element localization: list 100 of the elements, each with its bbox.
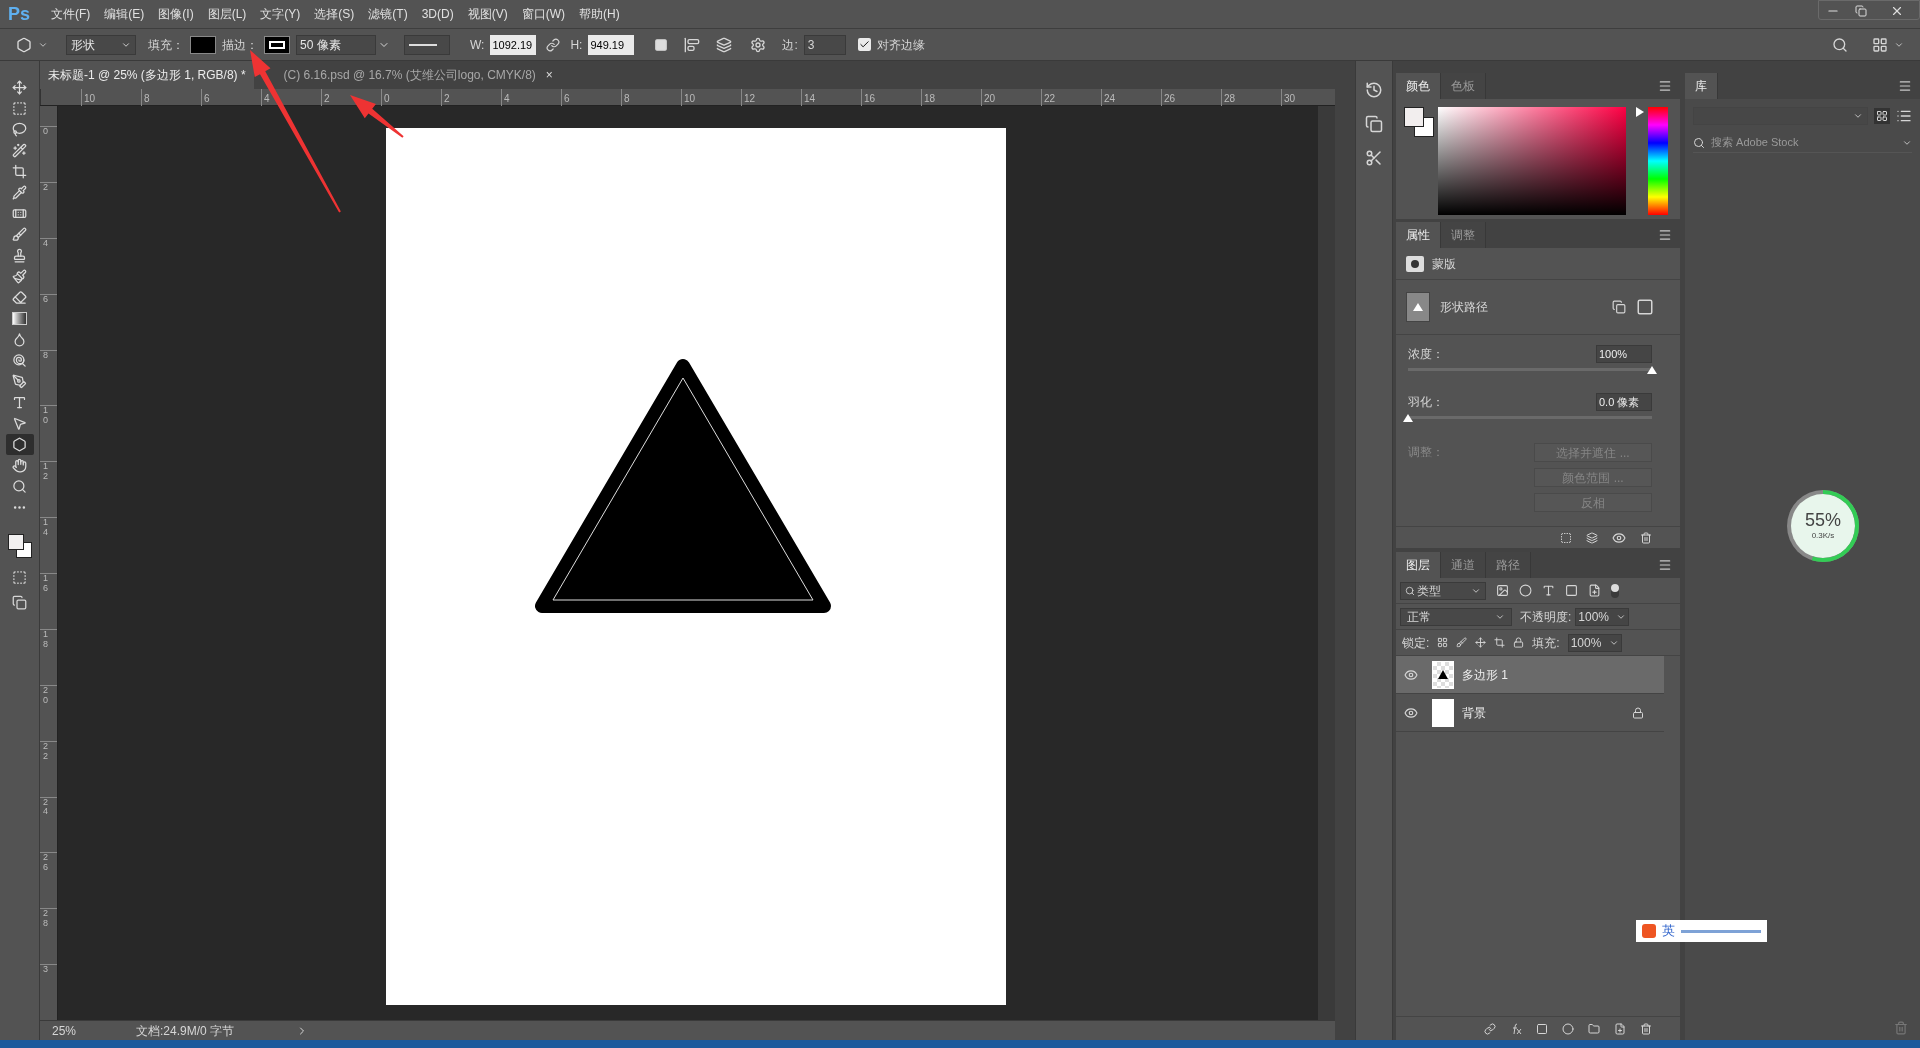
new-layer-icon[interactable] bbox=[1614, 1022, 1626, 1035]
sides-field[interactable]: 3 bbox=[803, 34, 846, 55]
lock-pixels-icon[interactable] bbox=[1437, 637, 1449, 648]
screen-mode-icon[interactable] bbox=[12, 595, 27, 610]
move-icon[interactable] bbox=[12, 80, 27, 95]
visibility-icon[interactable] bbox=[1404, 705, 1418, 720]
lock-position-icon[interactable] bbox=[1475, 637, 1487, 648]
workspace-icon[interactable] bbox=[1872, 36, 1888, 53]
menu-item[interactable]: 帮助(H) bbox=[572, 5, 627, 23]
filter-dropdown[interactable]: 类型 bbox=[1400, 581, 1486, 600]
fill-swatch[interactable] bbox=[190, 35, 216, 54]
type-icon[interactable] bbox=[12, 395, 27, 410]
apply-icon[interactable] bbox=[1586, 531, 1598, 544]
stock-search-field[interactable]: 搜索 Adobe Stock bbox=[1711, 134, 1896, 151]
image-filter-icon[interactable] bbox=[1496, 584, 1509, 597]
ime-mode-label[interactable]: 英 bbox=[1662, 921, 1675, 941]
new-group-icon[interactable] bbox=[1588, 1022, 1600, 1035]
search-icon[interactable] bbox=[1832, 36, 1848, 53]
blend-mode-dropdown[interactable]: 正常 bbox=[1400, 607, 1512, 626]
zoom-icon[interactable] bbox=[12, 479, 27, 494]
delete-icon[interactable] bbox=[1640, 531, 1652, 544]
width-field[interactable]: 1092.19 bbox=[490, 34, 537, 55]
slider-value-field[interactable]: 100% bbox=[1596, 345, 1652, 363]
quick-mask-icon[interactable] bbox=[12, 570, 27, 585]
eraser-icon[interactable] bbox=[12, 290, 27, 305]
gradient-icon[interactable] bbox=[12, 312, 27, 325]
triangle-shape[interactable] bbox=[535, 359, 831, 613]
droplet-icon[interactable] bbox=[12, 332, 27, 347]
fx-icon[interactable] bbox=[1510, 1022, 1522, 1035]
hand-icon[interactable] bbox=[12, 458, 27, 473]
lock-brush-icon[interactable] bbox=[1456, 637, 1468, 648]
fill-field[interactable]: 100% bbox=[1567, 633, 1622, 652]
menu-item[interactable]: 图层(L) bbox=[200, 5, 254, 23]
panel-tab[interactable]: 库 bbox=[1685, 73, 1718, 99]
panel-menu-icon[interactable] bbox=[1658, 79, 1672, 93]
adjustment-filter-icon[interactable] bbox=[1519, 584, 1532, 597]
dodge-icon[interactable] bbox=[12, 353, 27, 368]
shape-filter-icon[interactable] bbox=[1565, 584, 1578, 597]
visibility-icon[interactable] bbox=[1404, 667, 1418, 682]
menu-item[interactable]: 编辑(E) bbox=[97, 5, 152, 23]
menu-item[interactable]: 3D(D) bbox=[414, 5, 461, 23]
opacity-field[interactable]: 100% bbox=[1575, 607, 1630, 626]
panel-tab[interactable]: 图层 bbox=[1396, 552, 1441, 578]
color-swatches-icon[interactable] bbox=[1404, 107, 1434, 139]
slider-thumb[interactable] bbox=[1403, 414, 1413, 422]
slider-thumb[interactable] bbox=[1647, 366, 1657, 374]
bandage-icon[interactable] bbox=[12, 206, 27, 221]
layer-name[interactable]: 多边形 1 bbox=[1462, 665, 1508, 684]
lock-artboard-icon[interactable] bbox=[1494, 637, 1506, 648]
path-transform-icon[interactable] bbox=[1636, 298, 1654, 316]
settings-icon[interactable] bbox=[750, 36, 767, 53]
color-field[interactable] bbox=[1438, 107, 1626, 215]
filter-toggle[interactable] bbox=[1611, 583, 1619, 598]
ime-tools-icon[interactable] bbox=[1681, 929, 1761, 933]
document-tab[interactable]: 未标题-1 @ 25% (多边形 1, RGB/8) * bbox=[40, 61, 254, 89]
path-add-icon[interactable] bbox=[1612, 300, 1626, 314]
hexagon-icon[interactable] bbox=[12, 437, 27, 452]
smart-object-filter-icon[interactable] bbox=[1588, 584, 1601, 597]
paintbrush-icon[interactable] bbox=[12, 269, 27, 284]
ime-toolbar[interactable]: 英 bbox=[1636, 920, 1767, 942]
menu-item[interactable]: 文字(Y) bbox=[253, 5, 308, 23]
marquee-icon[interactable] bbox=[12, 101, 27, 116]
clone-source-icon[interactable] bbox=[1365, 115, 1383, 133]
align-edges-checkbox[interactable] bbox=[857, 38, 871, 51]
slider-value-field[interactable]: 0.0 像素 bbox=[1596, 393, 1652, 411]
path-operations-icon[interactable] bbox=[654, 37, 669, 52]
lasso-icon[interactable] bbox=[12, 122, 27, 137]
link-icon[interactable] bbox=[546, 37, 561, 52]
list-view-icon[interactable] bbox=[1896, 108, 1912, 124]
panel-menu-icon[interactable] bbox=[1658, 228, 1672, 242]
eyedropper-icon[interactable] bbox=[12, 185, 27, 200]
stroke-width-field[interactable]: 50 像素 bbox=[296, 34, 376, 55]
wand-icon[interactable] bbox=[12, 143, 27, 158]
close-tab-button[interactable]: × bbox=[545, 66, 553, 84]
menu-item[interactable]: 滤镜(T) bbox=[361, 5, 415, 23]
pen-icon[interactable] bbox=[12, 374, 27, 389]
visibility-icon[interactable] bbox=[1612, 530, 1626, 545]
stroke-style-dropdown[interactable] bbox=[404, 34, 450, 55]
delete-icon[interactable] bbox=[1640, 1022, 1652, 1035]
menu-item[interactable]: 窗口(W) bbox=[514, 5, 572, 23]
menu-item[interactable]: 文件(F) bbox=[44, 5, 98, 23]
crop-icon[interactable] bbox=[12, 164, 27, 179]
height-field[interactable]: 949.19 bbox=[588, 34, 635, 55]
align-icon[interactable] bbox=[684, 36, 701, 53]
history-icon[interactable] bbox=[1365, 81, 1383, 99]
menu-item[interactable]: 选择(S) bbox=[307, 5, 362, 23]
new-adjustment-icon[interactable] bbox=[1562, 1022, 1574, 1035]
lock-all-icon[interactable] bbox=[1513, 637, 1525, 648]
brush-icon[interactable] bbox=[12, 227, 27, 242]
layer-row[interactable]: 多边形 1 bbox=[1396, 656, 1664, 694]
link-layers-icon[interactable] bbox=[1484, 1022, 1496, 1035]
add-mask-icon[interactable] bbox=[1536, 1022, 1548, 1035]
panel-tab[interactable]: 属性 bbox=[1396, 222, 1441, 248]
layer-name[interactable]: 背景 bbox=[1462, 703, 1486, 722]
panel-menu-icon[interactable] bbox=[1898, 79, 1912, 93]
type-filter-icon[interactable] bbox=[1542, 584, 1555, 597]
zoom-level[interactable]: 25% bbox=[40, 1021, 110, 1040]
tools-icon[interactable] bbox=[1365, 149, 1383, 167]
selection-icon[interactable] bbox=[1560, 531, 1572, 544]
grid-view-icon[interactable] bbox=[1874, 108, 1890, 124]
